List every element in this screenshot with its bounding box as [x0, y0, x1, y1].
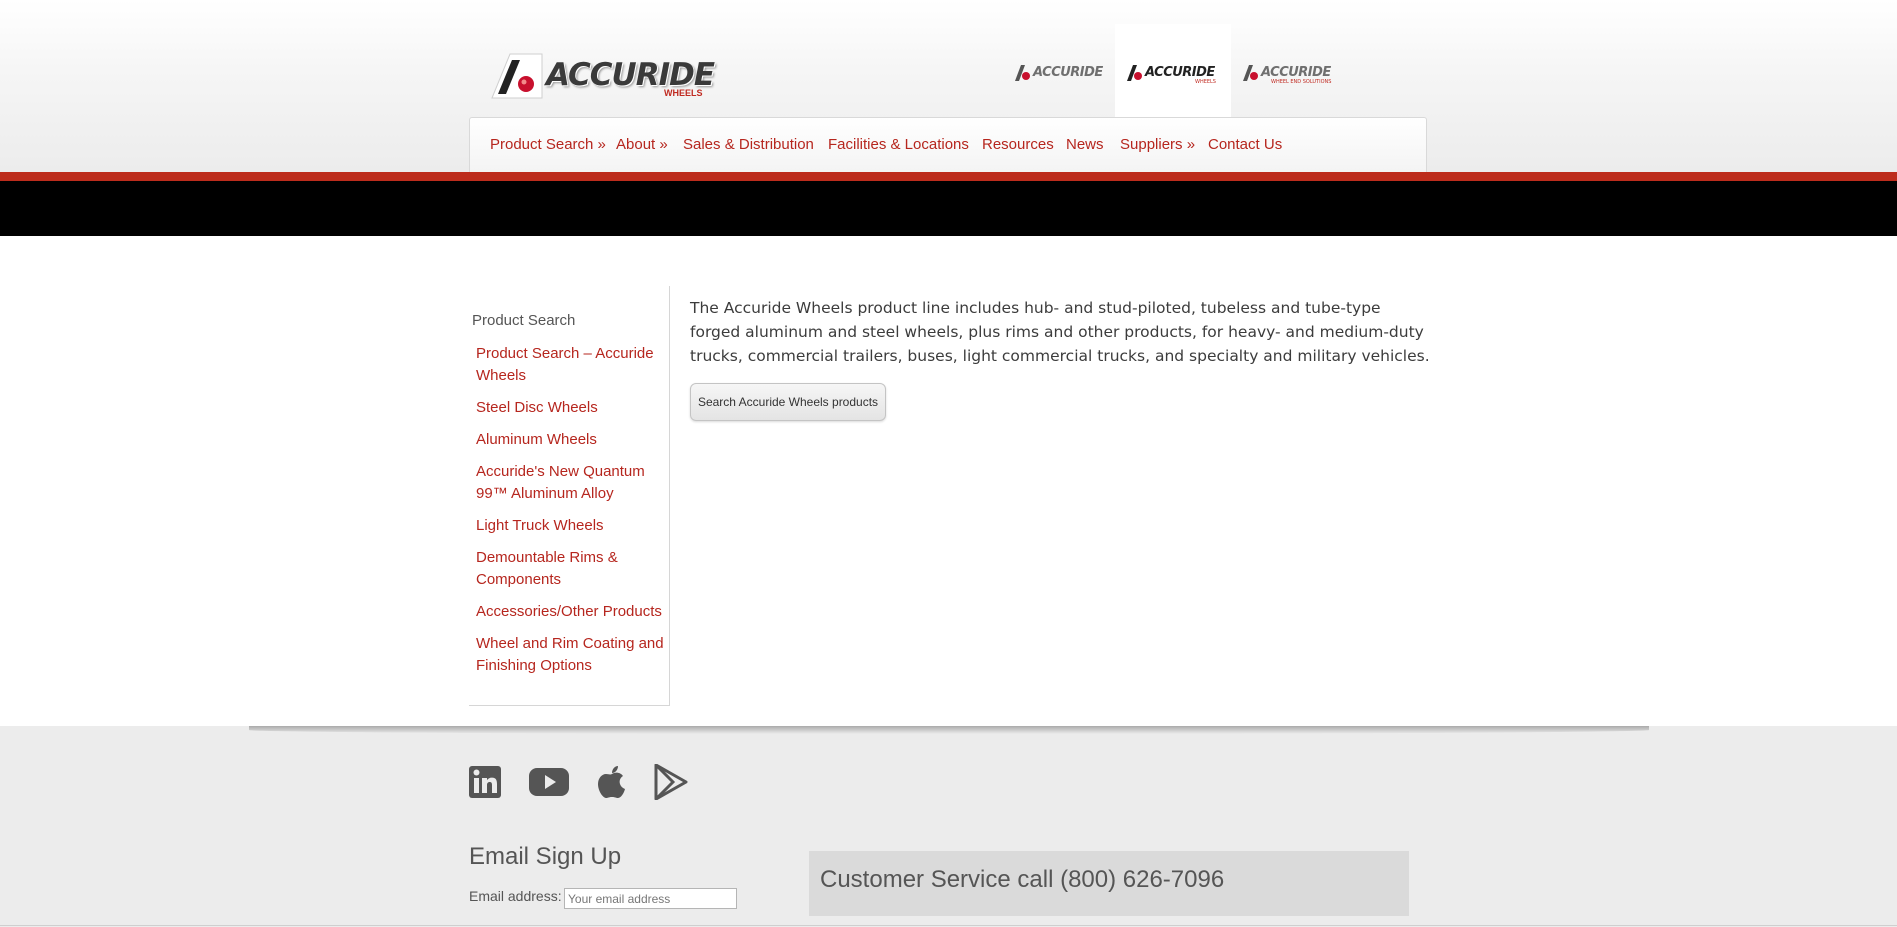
- nav-suppliers[interactable]: Suppliers »: [1120, 136, 1195, 153]
- sidebar-item-aluminum-wheels[interactable]: Aluminum Wheels: [476, 429, 668, 451]
- brand-emblem-icon: [1015, 65, 1030, 81]
- email-signup-title: Email Sign Up: [469, 843, 622, 870]
- site-header: ACCURIDE WHEELS ACCURIDE ACCURIDE WHEELS: [0, 0, 1897, 172]
- brand-wordmark: ACCURIDE: [1261, 65, 1331, 80]
- nav-sales-distribution[interactable]: Sales & Distribution: [683, 136, 814, 153]
- sidebar: Product Search Product Search – Accuride…: [469, 286, 670, 706]
- main-nav: Product Search » About » Sales & Distrib…: [469, 117, 1427, 172]
- accuride-wheels-logo[interactable]: ACCURIDE WHEELS: [488, 52, 715, 102]
- brand-emblem-icon: [1243, 65, 1258, 81]
- footer-bottom-rule: [0, 925, 1897, 926]
- search-accuride-wheels-button[interactable]: Search Accuride Wheels products: [690, 383, 886, 421]
- sidebar-item-demountable-rims[interactable]: Demountable Rims & Components: [476, 547, 668, 591]
- footer-divider-shadow: [249, 726, 1649, 734]
- customer-service-box: Customer Service call (800) 626-7096: [809, 851, 1409, 916]
- header-accent-bar: [0, 172, 1897, 181]
- nav-contact-us[interactable]: Contact Us: [1208, 136, 1282, 153]
- sidebar-item-quantum-99[interactable]: Accuride's New Quantum 99™ Aluminum Allo…: [476, 461, 668, 505]
- nav-facilities-locations[interactable]: Facilities & Locations: [828, 136, 969, 153]
- header-banner-bar: [0, 181, 1897, 236]
- sidebar-item-steel-disc-wheels[interactable]: Steel Disc Wheels: [476, 397, 668, 419]
- product-line-intro: The Accuride Wheels product line include…: [690, 299, 1430, 365]
- logo-subtitle: WHEELS: [664, 88, 703, 98]
- youtube-icon[interactable]: [529, 764, 569, 800]
- nav-resources[interactable]: Resources: [982, 136, 1054, 153]
- brand-subtitle: WHEEL END SOLUTIONS: [1271, 79, 1332, 85]
- brand-accuride[interactable]: ACCURIDE: [1003, 24, 1115, 118]
- email-address-input[interactable]: [564, 888, 737, 909]
- brand-accuride-wheels[interactable]: ACCURIDE WHEELS: [1115, 24, 1231, 118]
- sidebar-item-product-search-accuride-wheels[interactable]: Product Search – Accuride Wheels: [476, 343, 668, 387]
- sidebar-item-coating-finishing[interactable]: Wheel and Rim Coating and Finishing Opti…: [476, 633, 668, 677]
- sidebar-item-light-truck-wheels[interactable]: Light Truck Wheels: [476, 515, 668, 537]
- site-footer: Email Sign Up Email address: Customer Se…: [0, 726, 1897, 927]
- linkedin-icon[interactable]: [469, 764, 501, 800]
- nav-product-search[interactable]: Product Search »: [490, 136, 606, 153]
- sidebar-item-accessories[interactable]: Accessories/Other Products: [476, 601, 668, 623]
- brand-emblem-icon: [1127, 65, 1142, 81]
- email-address-label: Email address:: [469, 888, 562, 904]
- brand-switcher: ACCURIDE ACCURIDE WHEELS ACCURIDE WHEEL …: [1003, 24, 1343, 118]
- customer-service-phone: Customer Service call (800) 626-7096: [820, 866, 1225, 893]
- brand-wordmark: ACCURIDE: [1033, 65, 1103, 80]
- sidebar-title: Product Search: [472, 312, 576, 329]
- logo-emblem-icon: [491, 53, 543, 99]
- brand-wordmark: ACCURIDE: [1145, 65, 1215, 80]
- brand-accuride-wheel-end[interactable]: ACCURIDE WHEEL END SOLUTIONS: [1231, 24, 1343, 118]
- nav-news[interactable]: News: [1066, 136, 1104, 153]
- nav-about[interactable]: About »: [616, 136, 668, 153]
- google-play-icon[interactable]: [654, 764, 688, 800]
- apple-icon[interactable]: [597, 764, 627, 800]
- brand-subtitle: WHEELS: [1195, 79, 1216, 85]
